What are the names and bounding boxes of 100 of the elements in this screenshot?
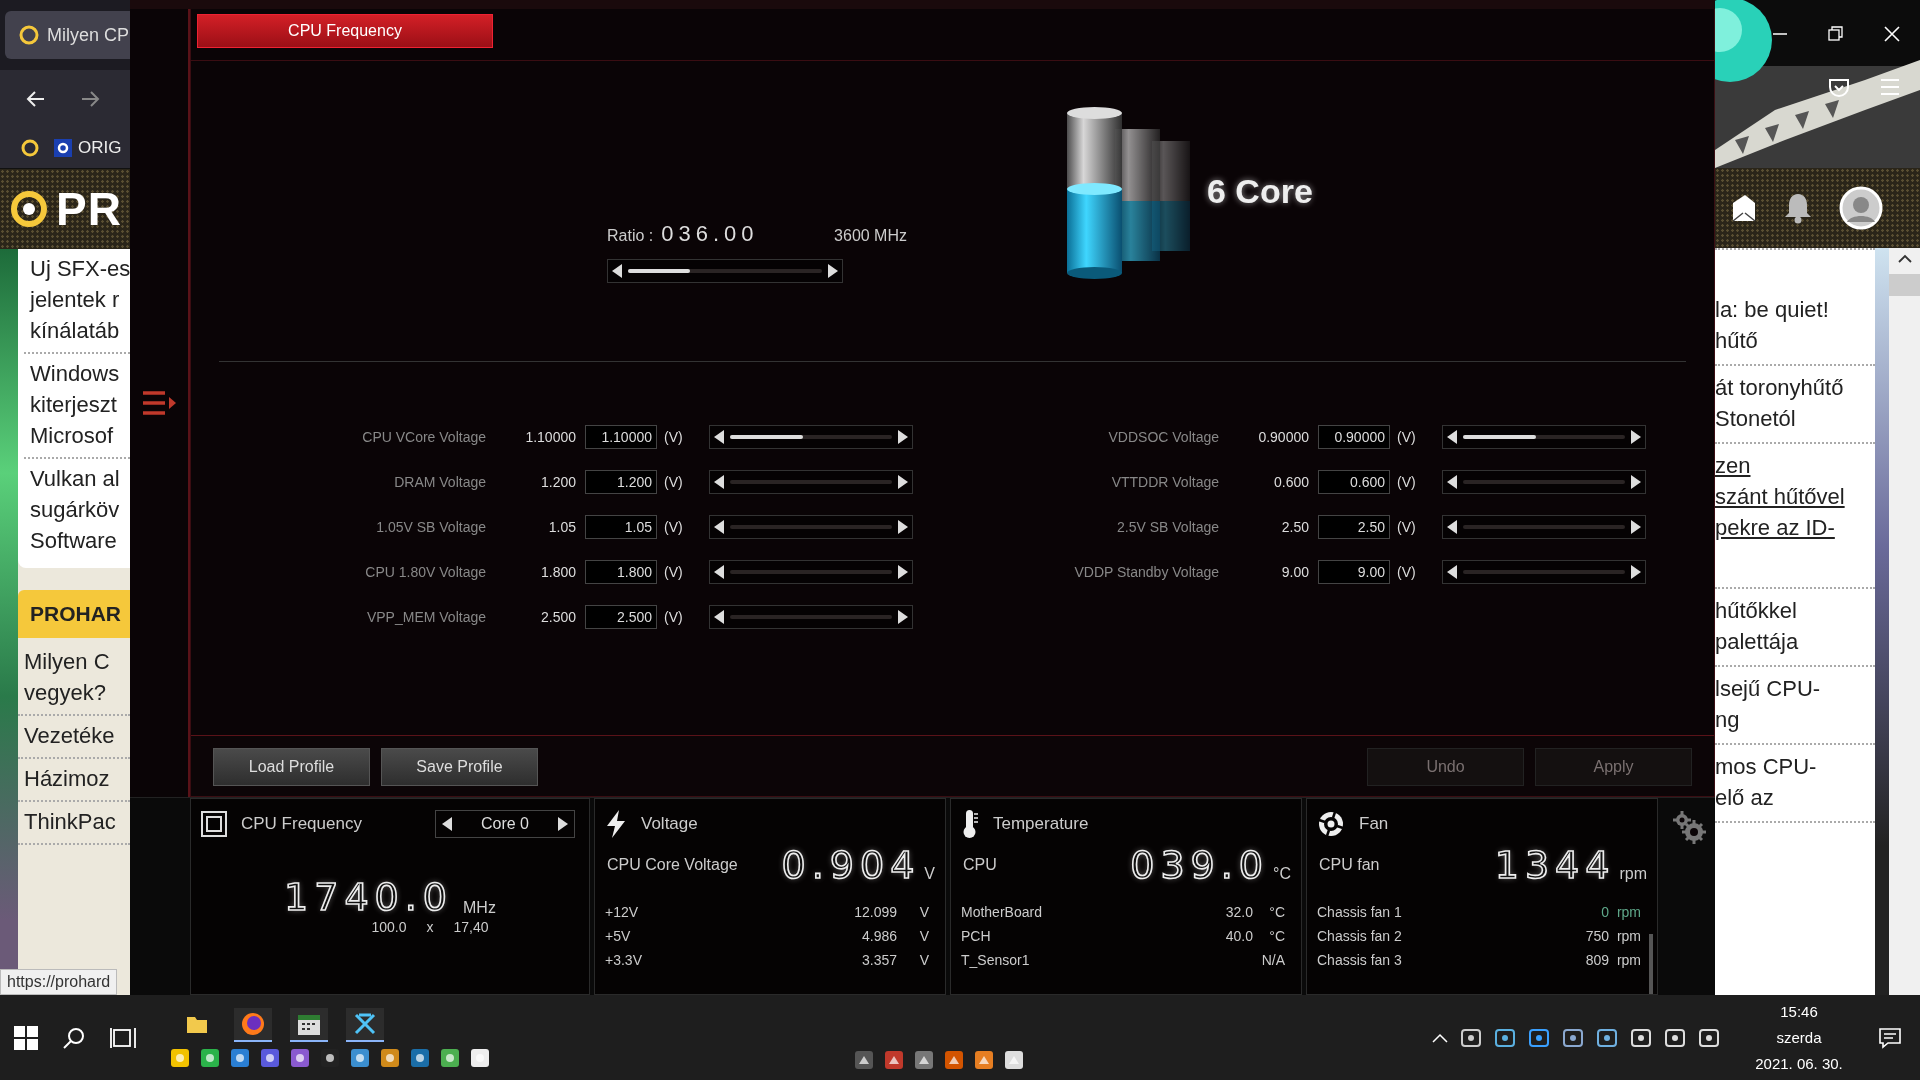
lightning-icon bbox=[605, 810, 627, 838]
voltage-label: VDDSOC Voltage bbox=[1107, 429, 1219, 445]
app-icon[interactable] bbox=[884, 1050, 904, 1070]
voltage-input[interactable]: 0.600 bbox=[1318, 470, 1390, 494]
voltage-input[interactable]: 1.05 bbox=[585, 515, 657, 539]
start-icon[interactable] bbox=[14, 1025, 38, 1050]
app-icon[interactable] bbox=[974, 1050, 994, 1070]
voltage-input[interactable]: 1.10000 bbox=[585, 425, 657, 449]
base-clock: 100.0 bbox=[371, 919, 407, 935]
voltage-value: 1.10000 bbox=[524, 429, 577, 445]
voltage-value: 0.90000 bbox=[1257, 429, 1310, 445]
scrollbar[interactable] bbox=[1889, 248, 1920, 995]
sensor-value: 3.357 bbox=[861, 952, 897, 968]
voltage-label: VTTDDR Voltage bbox=[1110, 474, 1219, 490]
main-reading: 0.904 bbox=[781, 843, 921, 887]
voltage-label: VPP_MEM Voltage bbox=[365, 609, 486, 625]
voltage-label: 1.05V SB Voltage bbox=[375, 519, 486, 535]
sensor-label: Chassis fan 2 bbox=[1317, 928, 1402, 944]
sensor-label: Chassis fan 1 bbox=[1317, 904, 1402, 920]
profile-button[interactable]: Save Profile bbox=[381, 748, 538, 786]
voltage-input[interactable]: 1.200 bbox=[585, 470, 657, 494]
chevron-up-icon[interactable] bbox=[1432, 1032, 1448, 1043]
sensor-value: 40.0 bbox=[1225, 928, 1253, 944]
unit-label: (V) bbox=[1396, 519, 1417, 535]
voltage-input[interactable]: 2.50 bbox=[1318, 515, 1390, 539]
unit-label: (V) bbox=[1396, 474, 1417, 490]
app-icon[interactable] bbox=[1528, 1027, 1550, 1048]
profile-button[interactable]: Load Profile bbox=[213, 748, 370, 786]
voltage-input[interactable]: 9.00 bbox=[1318, 560, 1390, 584]
date-text: 2021. 06. 30. bbox=[1755, 1053, 1843, 1074]
logo-icon bbox=[10, 190, 48, 228]
time-text: 15:46 bbox=[1780, 1001, 1818, 1022]
voltage-input[interactable]: 2.500 bbox=[585, 605, 657, 629]
sensor-value: 32.0 bbox=[1225, 904, 1253, 920]
app-icon[interactable] bbox=[200, 1047, 220, 1068]
panel-title: Fan bbox=[1359, 814, 1389, 834]
voltage-slider[interactable] bbox=[709, 515, 913, 539]
voltage-slider[interactable] bbox=[709, 560, 913, 584]
avatar-icon[interactable] bbox=[1839, 186, 1883, 230]
unit-label: MHz bbox=[463, 899, 496, 918]
mail-icon[interactable] bbox=[1731, 193, 1757, 223]
bookmark[interactable]: ORIG bbox=[54, 138, 122, 158]
taskbar-app[interactable] bbox=[346, 1007, 384, 1042]
voltage-slider[interactable] bbox=[709, 605, 913, 629]
voltage-slider[interactable] bbox=[1442, 470, 1646, 494]
task-view-icon[interactable] bbox=[110, 1025, 136, 1050]
voltage-value: 2.500 bbox=[539, 609, 577, 625]
thermometer-icon bbox=[961, 809, 979, 839]
browser-tab[interactable]: Milyen CP bbox=[5, 11, 130, 59]
voltage-value: 2.50 bbox=[1280, 519, 1310, 535]
article-link[interactable]: Vulkan al sugárköv Software bbox=[24, 459, 130, 562]
sensor-label: +5V bbox=[605, 928, 631, 944]
ratio-value: 036.00 bbox=[661, 221, 759, 247]
menu-icon[interactable] bbox=[141, 389, 177, 417]
unit-label: rpm bbox=[1619, 865, 1647, 884]
taskbar-app[interactable] bbox=[290, 1007, 328, 1042]
close-icon[interactable] bbox=[1884, 26, 1900, 42]
restore-icon[interactable] bbox=[1828, 26, 1844, 42]
app-icon[interactable] bbox=[1460, 1027, 1482, 1048]
ratio-slider[interactable] bbox=[607, 259, 843, 283]
app-icon[interactable] bbox=[854, 1050, 874, 1070]
ratio-label: Ratio : bbox=[607, 227, 654, 245]
search-icon[interactable] bbox=[62, 1025, 86, 1050]
voltage-slider[interactable] bbox=[709, 470, 913, 494]
app-icon[interactable] bbox=[1004, 1050, 1024, 1070]
notification-icon[interactable] bbox=[1878, 1026, 1902, 1049]
bell-icon[interactable] bbox=[1783, 192, 1813, 224]
clock[interactable]: 15:46 szerda 2021. 06. 30. bbox=[1744, 998, 1854, 1077]
bookmark-icon[interactable] bbox=[20, 138, 40, 158]
voltage-slider[interactable] bbox=[1442, 560, 1646, 584]
main-reading: 039.0 bbox=[1130, 843, 1270, 887]
scroll-up-icon[interactable] bbox=[1897, 254, 1912, 264]
unit-label: (V) bbox=[663, 429, 684, 445]
voltage-slider[interactable] bbox=[1442, 515, 1646, 539]
core-selector[interactable]: Core 0 bbox=[435, 810, 575, 838]
site-icon bbox=[54, 139, 72, 157]
app-icon[interactable] bbox=[1494, 1027, 1516, 1048]
voltage-input[interactable]: 0.90000 bbox=[1318, 425, 1390, 449]
sensor-label: T_Sensor1 bbox=[961, 952, 1030, 968]
sensor-value: 809 bbox=[1585, 952, 1609, 968]
taskbar-app[interactable] bbox=[234, 1007, 272, 1042]
voltage-value: 1.800 bbox=[539, 564, 577, 580]
unit-label: V bbox=[918, 952, 929, 968]
voltage-slider[interactable] bbox=[709, 425, 913, 449]
cpu-frequency-tab[interactable]: CPU Frequency bbox=[197, 14, 493, 48]
unit-label: rpm bbox=[1615, 904, 1641, 920]
multiplier: 17,40 bbox=[453, 919, 489, 935]
unit-label: °C bbox=[1268, 928, 1285, 944]
settings-icon[interactable] bbox=[1671, 810, 1706, 844]
sensor-value: 0 bbox=[1601, 904, 1609, 920]
day-text: szerda bbox=[1776, 1027, 1822, 1048]
voltage-slider[interactable] bbox=[1442, 425, 1646, 449]
voltage-value: 0.600 bbox=[1272, 474, 1310, 490]
scrollbar[interactable] bbox=[1649, 934, 1653, 994]
panel-title: CPU Frequency bbox=[241, 814, 362, 834]
unit-label: rpm bbox=[1615, 928, 1641, 944]
voltage-input[interactable]: 1.800 bbox=[585, 560, 657, 584]
status-url: https://prohard bbox=[0, 969, 118, 995]
scroll-thumb[interactable] bbox=[1889, 274, 1920, 296]
voltage-value: 9.00 bbox=[1280, 564, 1310, 580]
